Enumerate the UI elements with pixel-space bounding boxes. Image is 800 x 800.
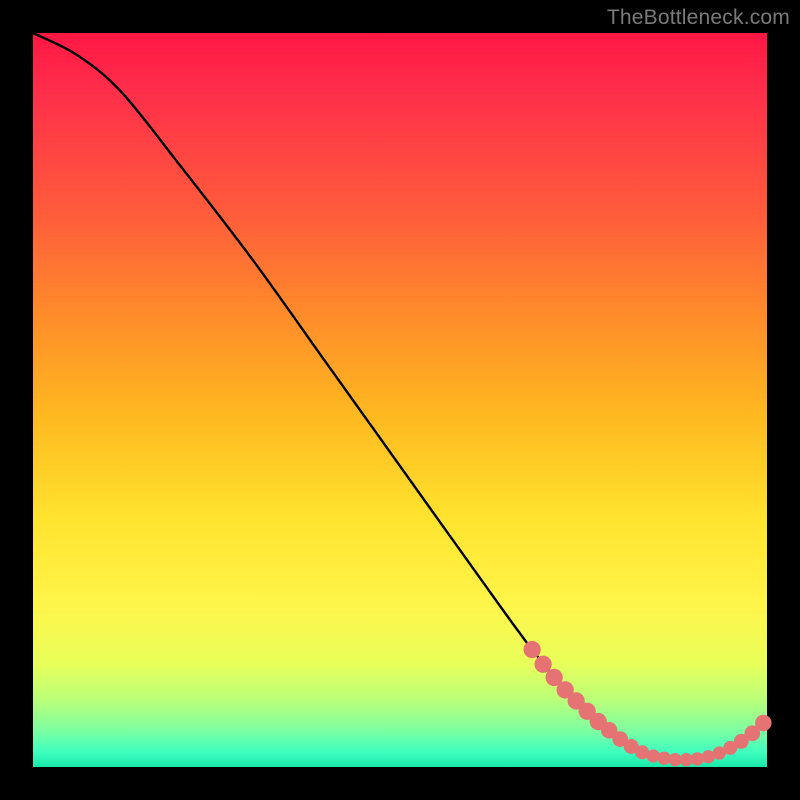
curve-marker — [647, 749, 660, 762]
curve-markers — [523, 641, 771, 766]
chart-svg — [33, 33, 767, 767]
curve-marker — [691, 752, 704, 765]
curve-marker — [755, 715, 771, 731]
watermark-text: TheBottleneck.com — [607, 6, 790, 30]
curve-marker — [523, 641, 540, 658]
chart-frame: TheBottleneck.com — [0, 0, 800, 800]
chart-plot-area — [33, 33, 767, 767]
bottleneck-curve — [33, 33, 767, 761]
curve-marker — [534, 656, 551, 673]
